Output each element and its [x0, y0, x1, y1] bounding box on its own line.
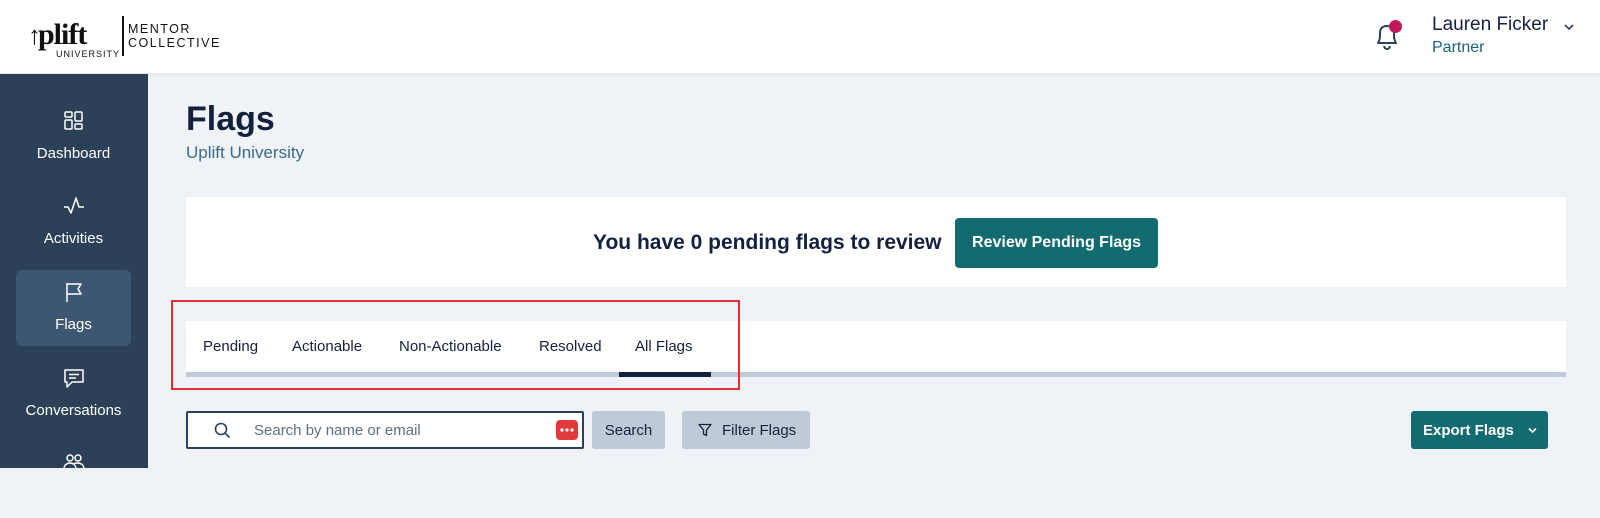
partner-logo: MENTOR COLLECTIVE: [128, 22, 221, 50]
flag-icon: [66, 283, 82, 302]
sidebar-item-activities[interactable]: Activities: [16, 184, 131, 260]
logo-divider: [122, 16, 124, 56]
sidebar-nav: Dashboard Activities Flags Conversations: [0, 74, 148, 470]
tab-resolved[interactable]: Resolved: [539, 338, 602, 355]
sidebar-item-flags[interactable]: Flags: [16, 270, 131, 346]
tab-non-actionable[interactable]: Non-Actionable: [399, 338, 502, 355]
logo-text: plift: [38, 18, 87, 51]
top-header: ↑plift UNIVERSITY MENTOR COLLECTIVE Laur…: [0, 0, 1600, 74]
user-role: Partner: [1432, 39, 1485, 56]
people-icon: [63, 454, 85, 470]
active-tab-indicator: [619, 372, 711, 377]
pending-flags-banner: You have 0 pending flags to review Revie…: [186, 197, 1566, 287]
password-manager-icon[interactable]: [556, 420, 578, 440]
sidebar-item-people[interactable]: [16, 442, 131, 518]
chevron-down-icon: [1528, 427, 1537, 434]
uplift-logo[interactable]: ↑plift UNIVERSITY: [28, 14, 119, 60]
review-pending-flags-button[interactable]: Review Pending Flags: [955, 218, 1158, 268]
sidebar-item-label: Activities: [43, 230, 104, 247]
dots-icon: [560, 428, 574, 432]
user-menu-chevron-down-icon[interactable]: [1562, 20, 1576, 34]
page-subtitle: Uplift University: [186, 143, 305, 162]
filter-icon: [698, 423, 712, 437]
export-flags-button[interactable]: Export Flags: [1411, 411, 1548, 449]
search-input[interactable]: [254, 417, 544, 443]
partner-logo-line2: COLLECTIVE: [128, 36, 221, 50]
pending-flags-message: You have 0 pending flags to review: [593, 231, 942, 254]
sidebar-item-dashboard[interactable]: Dashboard: [16, 99, 131, 175]
sidebar-item-label: Dashboard: [36, 145, 111, 162]
tab-all-flags[interactable]: All Flags: [635, 338, 693, 355]
tab-actionable[interactable]: Actionable: [292, 338, 362, 355]
filter-flags-button[interactable]: Filter Flags: [682, 411, 810, 449]
partner-logo-line1: MENTOR: [128, 22, 191, 36]
user-name[interactable]: Lauren Ficker: [1432, 14, 1548, 36]
sidebar-item-label: Conversations: [25, 402, 122, 419]
filter-flags-label: Filter Flags: [722, 421, 797, 439]
logo-subtext: UNIVERSITY: [56, 49, 121, 59]
flag-status-tabs: Pending Actionable Non-Actionable Resolv…: [186, 321, 1566, 377]
tab-pending[interactable]: Pending: [203, 338, 258, 355]
search-icon: [214, 422, 231, 439]
dashboard-icon: [64, 111, 83, 130]
sidebar-item-label: Flags: [55, 316, 92, 333]
search-field[interactable]: [186, 411, 584, 449]
activity-icon: [64, 197, 84, 214]
page-title: Flags: [186, 100, 275, 138]
sidebar-item-conversations[interactable]: Conversations: [16, 356, 131, 432]
search-button[interactable]: Search: [592, 411, 665, 449]
export-flags-label: Export Flags: [1423, 421, 1514, 439]
notification-badge: [1389, 20, 1402, 33]
chat-icon: [64, 369, 84, 388]
